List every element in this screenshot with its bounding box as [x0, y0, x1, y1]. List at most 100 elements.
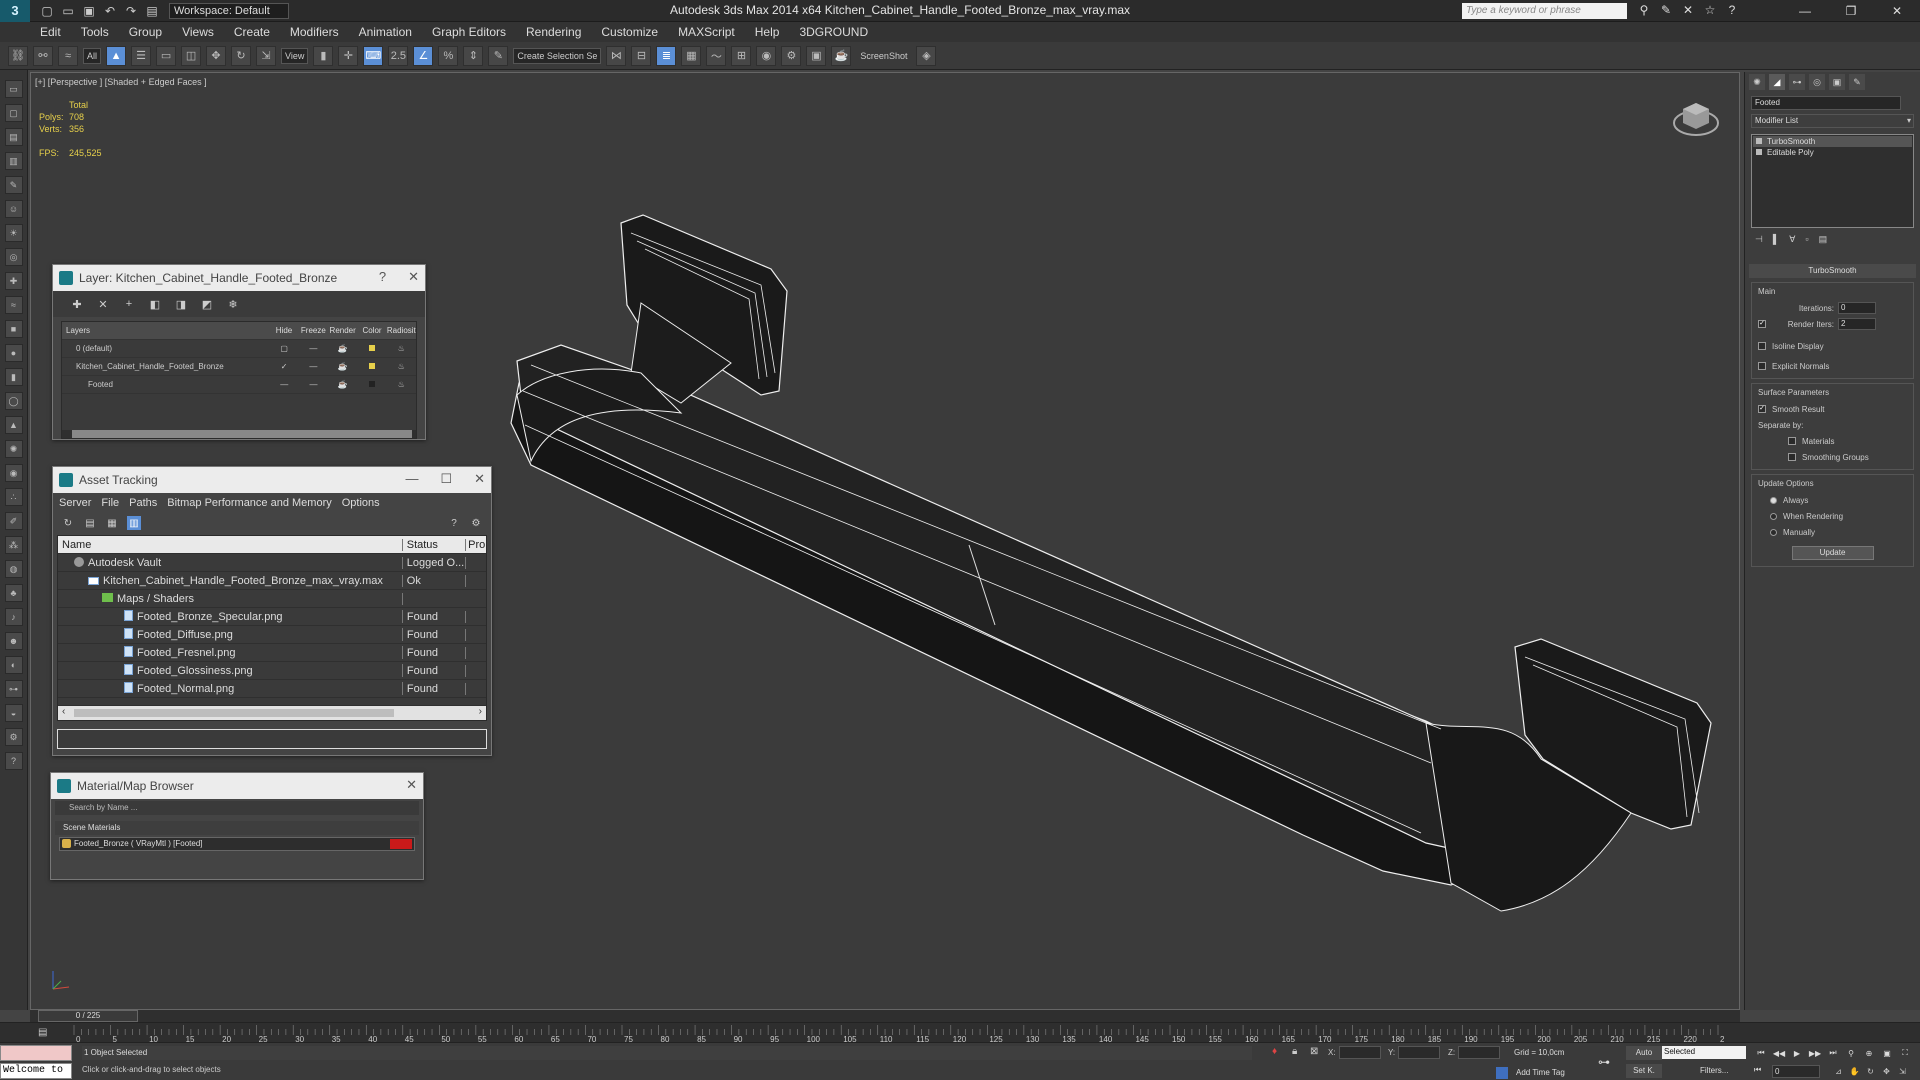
graphite-ribbon-icon[interactable]: ▦ — [681, 45, 702, 66]
menu-create[interactable]: Create — [234, 25, 270, 39]
col-pro[interactable]: Pro — [466, 539, 486, 551]
torus-primitive-icon[interactable]: ◯ — [4, 392, 23, 410]
walkthrough-icon[interactable]: ✥ — [1880, 1065, 1893, 1078]
align-icon[interactable]: ⊟ — [631, 45, 652, 66]
time-slider-thumb[interactable]: 0 / 225 — [38, 1010, 138, 1022]
col-layers[interactable]: Layers — [62, 326, 269, 335]
particle-icon[interactable]: ∴ — [4, 488, 23, 506]
new-file-icon[interactable]: ▢ — [38, 3, 56, 19]
minimize-icon[interactable]: — — [405, 471, 418, 487]
help-icon[interactable]: ? — [447, 516, 461, 530]
render-setup-icon[interactable]: ⚙ — [781, 45, 802, 66]
maximize-icon[interactable]: ☐ — [440, 471, 452, 487]
asset-path-field[interactable] — [57, 729, 487, 749]
zoom-icon[interactable]: ⚲ — [1844, 1046, 1858, 1060]
time-slider-track[interactable]: 0 / 225 — [30, 1010, 1740, 1022]
render-teapot-icon[interactable]: ☕ — [328, 362, 357, 371]
add-time-tag[interactable]: Add Time Tag — [1516, 1068, 1565, 1077]
pivot-icon[interactable]: ▮ — [313, 45, 334, 66]
close-icon[interactable]: ✕ — [408, 269, 419, 285]
save-file-icon[interactable]: ▣ — [80, 3, 98, 19]
close-icon[interactable]: ✕ — [1874, 0, 1920, 22]
table-view-icon[interactable]: ▦ — [105, 516, 119, 530]
asset-horizontal-scrollbar[interactable]: ‹ › — [58, 706, 486, 720]
modify-tab-icon[interactable]: ◢ — [1769, 74, 1785, 90]
utilities-tab-icon[interactable]: ✎ — [1849, 74, 1865, 90]
col-status[interactable]: Status — [403, 538, 467, 551]
scroll-left-icon[interactable]: ‹ — [62, 706, 65, 717]
scroll-right-icon[interactable]: › — [479, 706, 482, 717]
frame-ruler[interactable]: 0 5 10 15 20 25 30 35 40 45 50 55 60 65 70 75 80 85 90 95 10… — [70, 1023, 1724, 1043]
light-icon[interactable]: ☀ — [4, 224, 23, 242]
helper-icon[interactable]: ✚ — [4, 272, 23, 290]
open-file-icon[interactable]: ▭ — [59, 3, 77, 19]
scatter-icon[interactable]: ⁂ — [4, 536, 23, 554]
maxscript-mini-input[interactable]: Welcome to — [0, 1063, 72, 1079]
brush-icon[interactable]: ✐ — [4, 512, 23, 530]
radiosity-icon[interactable]: ♨ — [387, 362, 416, 371]
character-icon[interactable]: ☻ — [4, 632, 23, 650]
asset-menu-options[interactable]: Options — [342, 497, 380, 509]
menu-customize[interactable]: Customize — [601, 25, 658, 39]
key-icon[interactable]: ⊶ — [1598, 1055, 1610, 1069]
cylinder-primitive-icon[interactable]: ▮ — [4, 368, 23, 386]
z-field[interactable] — [1458, 1046, 1501, 1059]
help-button[interactable]: ? — [379, 269, 386, 285]
render-teapot-icon[interactable]: ☕ — [328, 380, 357, 389]
pan-icon[interactable]: ✋ — [1848, 1065, 1861, 1078]
selection-filter-dropdown[interactable]: All — [83, 47, 102, 64]
stack-item-turbosmooth[interactable]: TurboSmooth — [1753, 136, 1912, 147]
workspace-dropdown[interactable]: Workspace: Default — [169, 2, 289, 19]
asset-row[interactable]: Footed_Diffuse.png Found — [58, 626, 486, 644]
asset-menu-bitmap[interactable]: Bitmap Performance and Memory — [167, 497, 331, 509]
layer-dialog-titlebar[interactable]: Layer: Kitchen_Cabinet_Handle_Footed_Bro… — [53, 265, 425, 291]
go-to-end-icon[interactable]: ⏭ — [1826, 1046, 1840, 1060]
when-rendering-radio[interactable] — [1770, 512, 1777, 520]
set-key-button[interactable]: Set K. — [1626, 1064, 1662, 1078]
current-frame-field[interactable]: 0 — [1772, 1065, 1820, 1078]
asset-row[interactable]: Footed_Bronze_Specular.png Found — [58, 608, 486, 626]
angle-snap-icon[interactable]: ∠ — [413, 45, 434, 66]
select-manipulate-icon[interactable]: ✛ — [338, 45, 359, 66]
menu-3dground[interactable]: 3DGROUND — [799, 25, 868, 39]
sun-light-icon[interactable]: ✺ — [4, 440, 23, 458]
manually-radio[interactable] — [1770, 528, 1777, 536]
mirror-icon[interactable]: ⋈ — [606, 45, 627, 66]
close-icon[interactable]: ✕ — [406, 777, 417, 793]
close-icon[interactable]: ✕ — [474, 471, 485, 487]
material-item[interactable]: Footed_Bronze ( VRayMtl ) [Footed] — [59, 837, 415, 851]
freeze-all-icon[interactable]: ❄ — [225, 296, 241, 312]
binoculars-icon[interactable]: ⚲ — [1636, 2, 1652, 18]
stack-item-editable-poly[interactable]: Editable Poly — [1753, 147, 1912, 158]
rotate-icon[interactable]: ↻ — [231, 45, 252, 66]
smoothing-groups-checkbox[interactable] — [1788, 453, 1796, 461]
col-freeze[interactable]: Freeze — [299, 326, 328, 335]
material-editor-icon[interactable]: ◉ — [756, 45, 777, 66]
key-mode-icon[interactable]: ⏮ — [1754, 1065, 1761, 1075]
box-primitive-icon[interactable]: ■ — [4, 320, 23, 338]
motion-tab-icon[interactable]: ◎ — [1809, 74, 1825, 90]
delete-layer-icon[interactable]: ✕ — [95, 296, 111, 312]
col-hide[interactable]: Hide — [269, 326, 298, 335]
isoline-checkbox[interactable] — [1758, 342, 1766, 350]
orbit-icon[interactable]: ↻ — [1864, 1065, 1877, 1078]
previous-frame-icon[interactable]: ◀◀ — [1772, 1046, 1786, 1060]
remove-modifier-icon[interactable]: ▫ — [1805, 234, 1808, 250]
modifier-list-dropdown[interactable]: Modifier List ▾ — [1751, 114, 1914, 128]
tree-icon[interactable]: ♣ — [4, 584, 23, 602]
menu-group[interactable]: Group — [129, 25, 162, 39]
tools-icon[interactable]: ✎ — [1658, 2, 1674, 18]
select-by-name-icon[interactable]: ☰ — [131, 45, 152, 66]
time-tag-icon[interactable] — [1496, 1067, 1508, 1079]
field-of-view-icon[interactable]: ⊿ — [1832, 1065, 1845, 1078]
scene-materials-group[interactable]: Scene Materials — [55, 821, 419, 835]
menu-maxscript[interactable]: MAXScript — [678, 25, 735, 39]
asset-row[interactable]: Maps / Shaders — [58, 590, 486, 608]
maximize-viewport-icon[interactable]: ⛶ — [1898, 1046, 1912, 1060]
make-unique-icon[interactable]: ∀ — [1789, 234, 1795, 250]
render-teapot-icon[interactable]: ☕ — [328, 344, 357, 353]
radiosity-icon[interactable]: ♨ — [387, 344, 416, 353]
menu-views[interactable]: Views — [182, 25, 214, 39]
go-to-start-icon[interactable]: ⏮ — [1754, 1046, 1768, 1060]
percent-snap-icon[interactable]: % — [438, 45, 459, 66]
